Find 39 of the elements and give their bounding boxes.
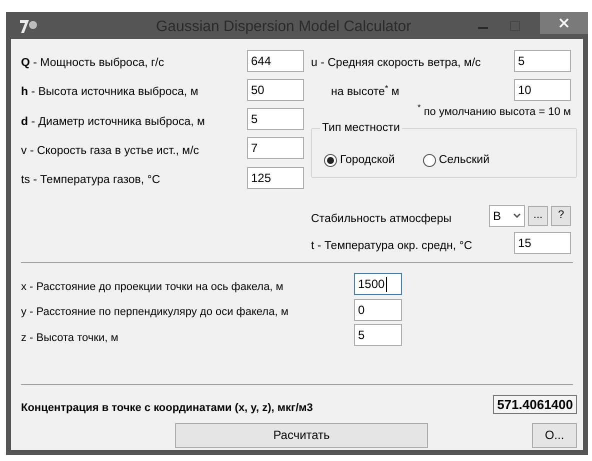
field-label: t - Температура окр. средн, °C — [311, 238, 472, 254]
input-field[interactable]: 125 — [247, 166, 304, 189]
radio-button[interactable] — [422, 154, 436, 167]
field-label: d - Диаметр источника выброса, м — [21, 114, 205, 130]
radio-button[interactable] — [324, 154, 337, 167]
input-field[interactable]: 0 — [354, 298, 402, 320]
input-field[interactable]: 5 — [514, 50, 571, 72]
input-field[interactable]: 644 — [247, 50, 304, 72]
field-label: u - Средняя скорость ветра, м/с — [311, 56, 481, 71]
text-cursor — [386, 276, 387, 292]
input-field[interactable]: 1500 — [354, 273, 402, 295]
input-field[interactable]: 10 — [514, 78, 571, 101]
close-button[interactable] — [540, 12, 588, 34]
result-label: Концентрация в точке с координатами (x, y, z), мкг/м3 — [21, 401, 313, 416]
footnote: $^{*}$ по умолчанию высота = 10 м — [418, 104, 571, 120]
radio-option[interactable]: Сельский — [422, 152, 490, 169]
field-label: ts - Температура газов, °C — [21, 173, 160, 188]
field-label: y - Расстояние по перпендикуляру до оси факела, м — [21, 305, 290, 320]
field-label: Стабильность атмосферы — [311, 212, 452, 228]
close-icon — [559, 18, 569, 28]
result-value: 571.4061400 — [493, 395, 577, 414]
field-label: h - Высота источника выброса, м — [21, 85, 198, 100]
radio-option[interactable]: Городской — [324, 152, 395, 169]
field-label: v - Скорость газа в устье ист., м/с — [21, 144, 200, 159]
field-label: z - Высота точки, м — [21, 330, 120, 346]
input-field[interactable]: 7 — [247, 137, 304, 160]
calculate-button[interactable]: Расчитать — [175, 422, 428, 448]
field-label: x - Расстояние до проекции точки на ось факела, м — [21, 280, 284, 295]
input-field[interactable]: 5 — [247, 108, 304, 130]
small-button[interactable]: ... — [528, 206, 548, 226]
about-button[interactable]: О... — [532, 422, 577, 448]
field-label: Q - Мощность выброса, г/с — [21, 56, 164, 71]
chevron-icon — [513, 212, 521, 219]
field-label: на высоте$^{*}$ м — [330, 82, 400, 100]
stability-select[interactable]: B — [489, 204, 525, 227]
input-field[interactable]: 50 — [247, 78, 304, 101]
small-button[interactable]: ? — [551, 206, 571, 226]
input-field[interactable]: 5 — [354, 324, 402, 346]
input-field[interactable]: 15 — [514, 232, 571, 254]
